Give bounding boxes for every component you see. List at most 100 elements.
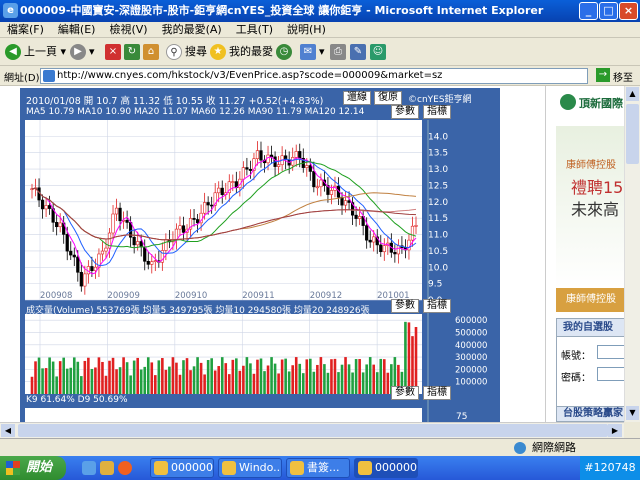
volume-bar — [291, 365, 294, 394]
candle-body — [146, 260, 150, 265]
candle-body — [245, 167, 249, 170]
volume-bar — [354, 359, 358, 394]
price-tick-label: 12.5 — [428, 181, 448, 191]
volume-bar — [361, 372, 365, 394]
address-input[interactable]: http://www.cnyes.com/hkstock/v3/EvenPric… — [40, 68, 588, 84]
index-button[interactable]: 指標 — [423, 105, 451, 119]
volume-bar — [108, 360, 111, 394]
price-tick-label: 9.5 — [428, 280, 442, 290]
vertical-scroll-thumb[interactable] — [626, 104, 639, 164]
banner-top-text: 康師傅控股 — [566, 160, 616, 171]
param-button[interactable]: 參數 — [391, 105, 419, 119]
volume-bar — [132, 360, 136, 394]
go-arrow-icon[interactable]: → — [596, 68, 610, 82]
menu-item-2[interactable]: 檢視(V) — [102, 22, 154, 38]
candle-body — [354, 214, 358, 219]
scroll-left-icon[interactable]: ◀ — [1, 424, 15, 437]
kd-param-button[interactable]: 參數 — [391, 386, 419, 400]
quicklaunch-ie-icon[interactable] — [82, 461, 96, 475]
candle-body — [178, 225, 182, 230]
month-label: 200911 — [242, 291, 274, 301]
mail-button[interactable]: ✉ ▾ — [300, 42, 325, 62]
edit-button[interactable]: ✎ — [350, 42, 369, 62]
history-button[interactable]: ◷ — [276, 42, 295, 62]
volume-bar — [94, 367, 97, 394]
menu-item-5[interactable]: 說明(H) — [280, 22, 333, 38]
task-item-4[interactable]: 000000... — [354, 458, 418, 478]
toolbar: ◀ 上一頁 ▾ ▶ ▾ × ↻ ⌂ ⚲ 搜尋 ★ 我的最愛 ◷ ✉ ▾ ⎙ ✎ ☺ — [0, 38, 640, 66]
banner-line1: 禮聘15 — [571, 178, 624, 197]
internet-zone-icon — [514, 442, 526, 454]
volume-bar — [227, 374, 231, 394]
task-app-icon — [358, 461, 372, 475]
volume-bar — [319, 357, 323, 394]
vertical-scrollbar[interactable]: ▲ ▼ — [624, 86, 640, 422]
volume-bar — [182, 360, 185, 394]
minimize-button[interactable]: _ — [579, 2, 598, 20]
candle-body — [79, 271, 83, 287]
volume-index-button[interactable]: 指標 — [423, 299, 451, 313]
print-button[interactable]: ⎙ — [330, 42, 349, 62]
forward-button[interactable]: ▶ ▾ — [70, 42, 95, 62]
volume-bar — [115, 369, 118, 394]
scroll-right-icon[interactable]: ▶ — [608, 424, 622, 437]
volume-bar — [337, 372, 340, 394]
volume-bar — [62, 357, 66, 394]
home-button[interactable]: ⌂ — [143, 42, 162, 62]
volume-bar — [90, 368, 94, 394]
horizontal-scrollbar[interactable]: ◀ ▶ — [0, 422, 624, 438]
stop-button[interactable]: × — [105, 42, 124, 62]
candle-body — [69, 250, 73, 256]
scroll-up-icon[interactable]: ▲ — [626, 87, 639, 101]
candle-body — [365, 225, 369, 241]
volume-bar — [175, 362, 178, 394]
month-label: 200910 — [175, 291, 207, 301]
edit-icon: ✎ — [350, 44, 366, 60]
start-button[interactable]: 開始 — [0, 456, 66, 480]
menu-item-1[interactable]: 編輯(E) — [51, 22, 103, 38]
volume-bar — [206, 360, 210, 394]
volume-bar — [122, 357, 125, 394]
volume-bar — [298, 363, 302, 394]
volume-bar — [326, 372, 330, 394]
task-item-2[interactable]: Windo... — [218, 458, 282, 478]
quicklaunch-browser-icon[interactable] — [118, 461, 132, 475]
volume-bar — [404, 321, 407, 394]
back-button[interactable]: ◀ 上一頁 ▾ — [5, 42, 66, 62]
volume-bar — [368, 357, 372, 394]
quicklaunch-folder-icon[interactable] — [100, 461, 114, 475]
candle-body — [206, 202, 210, 206]
price-tick-label: 13.5 — [428, 149, 448, 159]
volume-bar — [97, 357, 101, 394]
task-item-3[interactable]: 書簽... — [286, 458, 350, 478]
maximize-button[interactable]: □ — [599, 2, 618, 20]
search-button[interactable]: ⚲ 搜尋 — [166, 42, 207, 62]
task-item-1[interactable]: 000000... — [150, 458, 214, 478]
menu-item-0[interactable]: 檔案(F) — [0, 22, 51, 38]
scroll-down-icon[interactable]: ▼ — [626, 406, 639, 420]
candle-body — [347, 200, 351, 203]
candle-body — [368, 239, 372, 243]
volume-param-button[interactable]: 參數 — [391, 299, 419, 313]
refresh-button[interactable]: ↻ — [124, 42, 143, 62]
volume-bar — [72, 357, 76, 394]
favorites-button[interactable]: ★ 我的最愛 — [210, 42, 273, 62]
candle-body — [48, 205, 52, 209]
price-tick-label: 10.0 — [428, 263, 448, 273]
kd-index-button[interactable]: 指標 — [423, 386, 451, 400]
restore-button[interactable]: 復原 — [374, 91, 402, 105]
volume-bar — [87, 357, 90, 394]
volume-bar — [157, 360, 161, 394]
horizontal-scroll-thumb[interactable] — [18, 424, 608, 437]
close-button[interactable]: × — [619, 2, 638, 20]
menu-item-3[interactable]: 我的最愛(A) — [155, 22, 229, 38]
stock-chart: 14.013.513.012.512.011.511.010.510.09.59… — [25, 92, 487, 422]
volume-bar — [301, 373, 305, 394]
price-tick-label: 11.0 — [428, 231, 448, 241]
go-button[interactable]: 移至 — [613, 69, 633, 84]
volume-bar — [76, 361, 80, 394]
adjust-line-button[interactable]: 還線 — [343, 91, 371, 105]
candle-body — [259, 150, 263, 161]
menu-item-4[interactable]: 工具(T) — [229, 22, 280, 38]
messenger-button[interactable]: ☺ — [370, 42, 389, 62]
